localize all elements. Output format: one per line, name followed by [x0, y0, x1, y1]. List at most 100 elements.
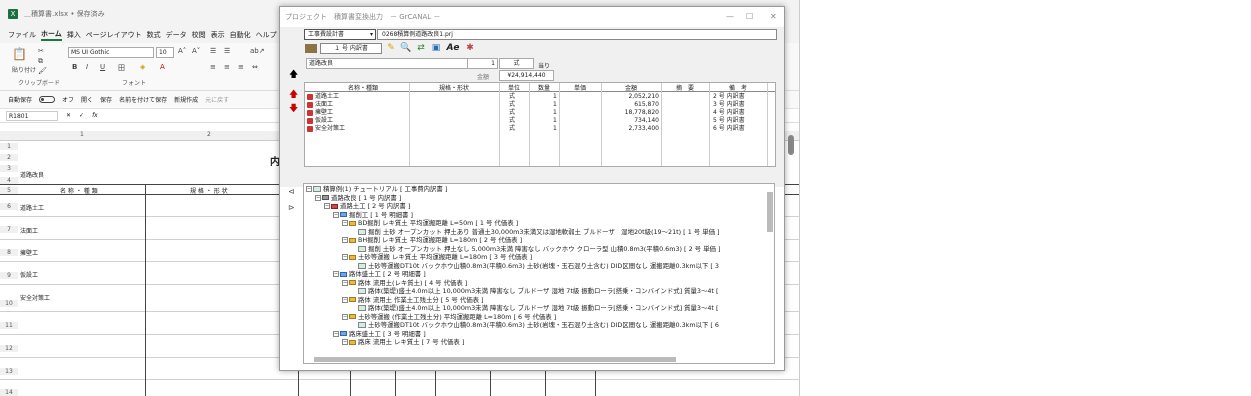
tree-node[interactable]: 土砂等運搬DT10t バックホウ山積0.8m3(平積0.6m3) 土砂(岩塊・玉…: [351, 262, 719, 270]
row-number[interactable]: 1: [0, 143, 18, 150]
row-number[interactable]: 2: [0, 154, 18, 161]
tree-node[interactable]: − 路体 流用土 作業土工残土分 [ 5 号 代価表 ]: [342, 296, 484, 304]
leaf-marker[interactable]: [351, 228, 357, 235]
tree-node[interactable]: − 土砂等運搬 (作業土工残土分) 平均運搬距離 L=180m [ 6 号 代価表…: [342, 313, 556, 321]
format-painter-icon[interactable]: 🖌: [38, 67, 47, 75]
row-number[interactable]: 5: [0, 187, 18, 194]
collapse-toggle-icon[interactable]: −: [342, 339, 348, 345]
edit-icon[interactable]: ✎: [385, 42, 397, 54]
tree-node[interactable]: − 路床 流用土 レキ質土 [ 7 号 代価表 ]: [342, 338, 464, 346]
unit-field[interactable]: 式: [499, 58, 534, 69]
row-number[interactable]: 14: [0, 389, 18, 396]
collapse-toggle-icon[interactable]: −: [333, 211, 339, 218]
bold-icon[interactable]: B: [72, 63, 77, 71]
search-icon[interactable]: 🔍: [400, 42, 412, 54]
tree-node[interactable]: 掘削 土砂 オープンカット 押土あり 普通土30,000m3未満又は湿地軟弱土 …: [351, 228, 720, 236]
underline-icon[interactable]: U: [100, 63, 105, 71]
tree-node[interactable]: 路体(築堤)盛土4.0m以上 10,000m3未満 障害なし ブルドーザ 湿地 …: [351, 287, 718, 295]
align-left-icon[interactable]: ≡: [210, 63, 216, 71]
open-button[interactable]: 開く: [81, 95, 93, 104]
table-row[interactable]: 仮設工 式 1 734,140 5 号 内訳書: [305, 117, 775, 125]
tree-vertical-scrollbar[interactable]: [767, 192, 773, 232]
tree-node[interactable]: − 積算例(1) チュートリアル [ 工事費内訳書 ]: [306, 185, 447, 193]
save-as-button[interactable]: 名前を付けて保存: [119, 95, 167, 104]
leaf-marker[interactable]: [351, 262, 357, 269]
minimize-button[interactable]: —: [726, 12, 734, 21]
tree-node[interactable]: − 掘削工 [ 1 号 明細書 ]: [333, 211, 413, 219]
menu-home[interactable]: ホーム: [41, 29, 62, 41]
sheet-select[interactable]: １ 号 内訳書: [320, 43, 382, 54]
leaf-marker[interactable]: [351, 305, 357, 311]
row-number[interactable]: 10: [0, 300, 18, 307]
row-number[interactable]: 3: [0, 165, 18, 172]
name-box[interactable]: R1801: [6, 110, 58, 121]
menu-page-layout[interactable]: ページレイアウト: [86, 30, 142, 40]
tree-horizontal-scrollbar[interactable]: [314, 357, 676, 362]
collapse-toggle-icon[interactable]: −: [342, 220, 348, 226]
fx-button[interactable]: fx: [92, 112, 98, 119]
menu-automate[interactable]: 自動化: [230, 30, 251, 40]
table-row[interactable]: 道路土工 式 1 2,052,210 2 号 内訳書: [305, 93, 775, 101]
collapse-toggle-icon[interactable]: −: [342, 254, 348, 260]
table-row[interactable]: 法面工 式 1 615,870 3 号 内訳書: [305, 101, 775, 109]
autosave-toggle[interactable]: [39, 96, 56, 103]
tree-node[interactable]: − 道路土工 [ 2 号 内訳書 ]: [324, 202, 410, 210]
collapse-toggle-icon[interactable]: −: [342, 237, 348, 243]
font-color-icon[interactable]: A: [160, 63, 165, 71]
font-size-select[interactable]: 10: [156, 47, 174, 58]
leaf-marker[interactable]: [351, 288, 357, 294]
copy-icon[interactable]: ⧉: [38, 57, 43, 66]
grow-font-icon[interactable]: A˄: [178, 47, 186, 55]
undo-button[interactable]: 元に戻す: [205, 95, 229, 104]
menu-formulas[interactable]: 数式: [147, 30, 161, 40]
menu-help[interactable]: ヘルプ: [256, 30, 277, 40]
tree-node[interactable]: − BH掘削 レキ質土 平均運搬距離 L=180m [ 2 号 代価表 ]: [342, 236, 522, 244]
tree-node[interactable]: − 土砂等運搬 レキ質土 平均運搬距離 L=180m [ 3 号 代価表 ]: [342, 253, 532, 261]
align-middle-icon[interactable]: ☰: [224, 47, 230, 55]
file-path-field[interactable]: 0268積算例道路改良1.prj: [377, 29, 777, 40]
menu-file[interactable]: ファイル: [8, 30, 36, 40]
row-number[interactable]: 11: [0, 322, 18, 329]
close-button[interactable]: ✕: [770, 12, 777, 21]
orientation-icon[interactable]: ab↗: [250, 47, 265, 55]
font-name-select[interactable]: MS UI Gothic: [68, 47, 154, 58]
italic-icon[interactable]: I: [86, 63, 88, 71]
merge-icon[interactable]: ⇔: [252, 63, 258, 71]
border-icon[interactable]: 田: [118, 63, 125, 73]
paste-icon[interactable]: 📋: [12, 47, 27, 61]
shrink-font-icon[interactable]: A˅: [192, 47, 200, 55]
fill-color-icon[interactable]: ◈: [140, 63, 145, 71]
table-row[interactable]: 安全対策工 式 1 2,733,400 6 号 内訳書: [305, 125, 775, 133]
col-header-2[interactable]: 2: [207, 131, 211, 138]
align-right-icon[interactable]: ≡: [238, 63, 244, 71]
tree-node[interactable]: − 道路改良 [ 1 号 内訳書 ]: [315, 194, 401, 202]
tree-node[interactable]: 路体(築堤)盛土4.0m以上 10,000m3未満 障害なし ブルドーザ 湿地 …: [351, 304, 718, 312]
move-down-icon[interactable]: 🡇: [289, 101, 298, 117]
menu-view[interactable]: 表示: [211, 30, 225, 40]
new-button[interactable]: 新規作成: [174, 95, 198, 104]
collapse-toggle-icon[interactable]: −: [342, 313, 348, 320]
collapse-toggle-icon[interactable]: −: [315, 194, 321, 201]
col-header-1[interactable]: 1: [80, 131, 84, 138]
maximize-button[interactable]: ☐: [746, 12, 753, 21]
tree-node[interactable]: − 路体盛土工 [ 2 号 明細書 ]: [333, 270, 426, 278]
align-center-icon[interactable]: ≡: [224, 63, 230, 71]
menu-review[interactable]: 校閲: [192, 30, 206, 40]
document-type-select[interactable]: 工事費設計書 ▾: [304, 29, 376, 40]
row-number[interactable]: 12: [0, 345, 18, 352]
quantity-field[interactable]: 1: [467, 58, 498, 69]
align-top-icon[interactable]: ☰: [210, 47, 216, 55]
row-number[interactable]: 6: [0, 203, 18, 210]
tree-node[interactable]: − BD掘削 レキ質土 平均運搬距離 L=50m [ 1 号 代価表 ]: [342, 219, 518, 227]
collapse-toggle-icon[interactable]: −: [342, 279, 348, 286]
hierarchy-tree[interactable]: − 積算例(1) チュートリアル [ 工事費内訳書 ] − 道路改良 [ 1 号 内訳…: [303, 183, 775, 364]
leaf-marker[interactable]: [351, 322, 357, 328]
collapse-toggle-icon[interactable]: −: [333, 330, 339, 337]
tree-node[interactable]: 掘削 土砂 オープンカット 押土なし 5,000m3未満 障害なし バックホウ …: [351, 245, 720, 253]
row-number[interactable]: 4: [0, 177, 18, 184]
arrow-up-icon[interactable]: 🡅: [289, 67, 298, 83]
leaf-marker[interactable]: [351, 245, 357, 252]
paste-label[interactable]: 貼り付け: [12, 65, 36, 74]
cancel-icon[interactable]: ✕: [66, 112, 71, 119]
cut-icon[interactable]: ✂: [38, 47, 44, 55]
